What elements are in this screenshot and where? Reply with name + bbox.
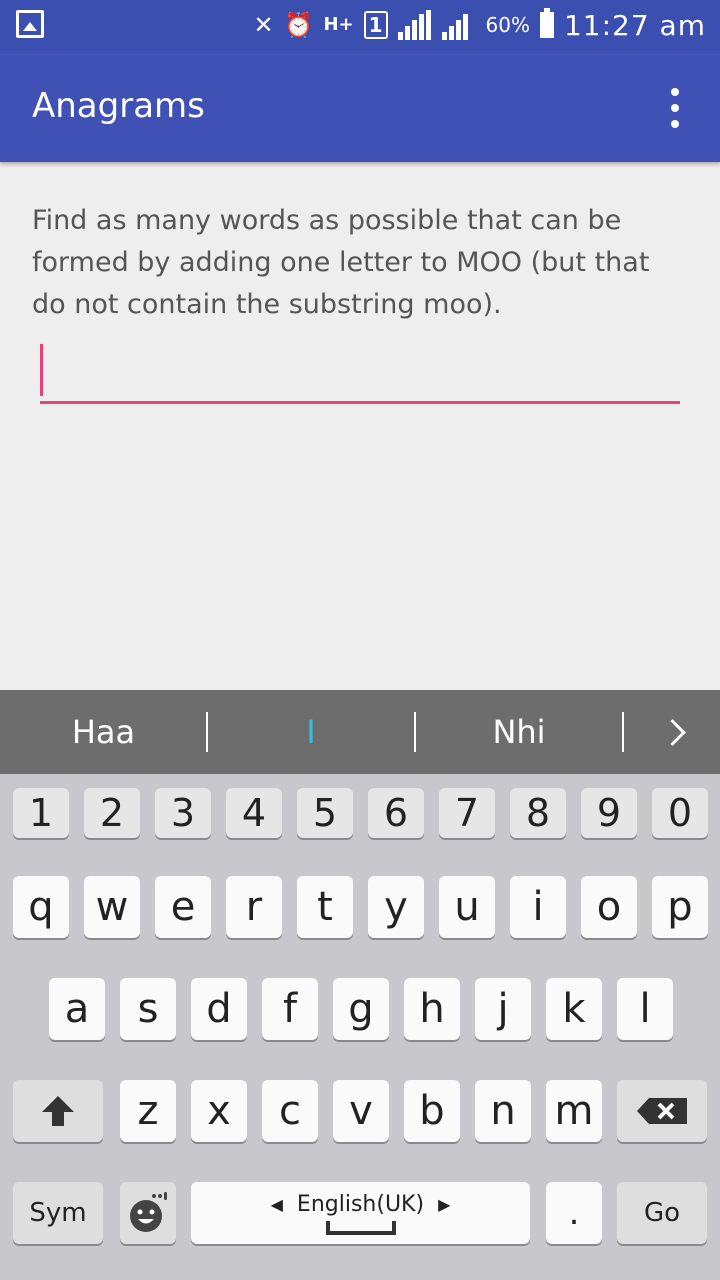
network-type-icon: H+: [323, 14, 354, 35]
language-label: English(UK): [296, 1191, 425, 1217]
overflow-menu-icon[interactable]: [660, 88, 690, 128]
suggestion-1[interactable]: Haa: [0, 690, 207, 774]
key-q[interactable]: q: [13, 876, 69, 938]
backspace-key[interactable]: [617, 1080, 707, 1142]
text-caret: [40, 344, 43, 396]
key-0[interactable]: 0: [652, 788, 708, 838]
key-y[interactable]: y: [368, 876, 424, 938]
key-j[interactable]: j: [475, 978, 531, 1040]
key-g[interactable]: g: [333, 978, 389, 1040]
punctuation-key[interactable]: .: [546, 1182, 602, 1244]
key-m[interactable]: m: [546, 1080, 602, 1142]
emoji-icon: [130, 1192, 167, 1232]
status-bar: ✕ ⏰ H+ 1 60% 11:27 am: [0, 0, 720, 50]
key-v[interactable]: v: [333, 1080, 389, 1142]
key-b[interactable]: b: [404, 1080, 460, 1142]
suggestion-2[interactable]: I: [208, 690, 414, 774]
sym-key[interactable]: Sym: [13, 1182, 103, 1244]
battery-percent: 60%: [485, 13, 530, 37]
key-3[interactable]: 3: [155, 788, 211, 838]
key-l[interactable]: l: [617, 978, 673, 1040]
key-s[interactable]: s: [120, 978, 176, 1040]
key-5[interactable]: 5: [297, 788, 353, 838]
key-7[interactable]: 7: [439, 788, 495, 838]
shift-arrow-icon: [42, 1096, 74, 1126]
key-u[interactable]: u: [439, 876, 495, 938]
key-e[interactable]: e: [155, 876, 211, 938]
key-d[interactable]: d: [191, 978, 247, 1040]
battery-icon: [539, 8, 554, 38]
triangle-left-icon: ◀: [270, 1194, 283, 1214]
key-x[interactable]: x: [191, 1080, 247, 1142]
key-9[interactable]: 9: [581, 788, 637, 838]
key-z[interactable]: z: [120, 1080, 176, 1142]
alarm-icon: ⏰: [283, 11, 314, 39]
sim-icon: 1: [363, 11, 388, 39]
key-i[interactable]: i: [510, 876, 566, 938]
space-key[interactable]: ◀ English(UK) ▶: [191, 1182, 530, 1244]
suggestion-bar: Haa I Nhi: [0, 690, 720, 774]
key-n[interactable]: n: [475, 1080, 531, 1142]
app-bar: Anagrams: [0, 50, 720, 162]
word-input[interactable]: [40, 340, 680, 404]
signal-icon: [397, 10, 432, 40]
key-o[interactable]: o: [581, 876, 637, 938]
key-8[interactable]: 8: [510, 788, 566, 838]
app-title: Anagrams: [32, 86, 205, 126]
key-k[interactable]: k: [546, 978, 602, 1040]
clock: 11:27 am: [563, 8, 706, 42]
vibrate-mute-icon: ✕: [253, 11, 274, 39]
instructions-text: Find as many words as possible that can …: [32, 205, 650, 320]
keyboard: 1 2 3 4 5 6 7 8 9 0 q w e r t y u i o p …: [0, 774, 720, 1280]
more-suggestions-button[interactable]: [624, 690, 720, 774]
language-indicator: ◀ English(UK) ▶: [271, 1192, 451, 1217]
key-a[interactable]: a: [49, 978, 105, 1040]
chevron-right-icon: [658, 718, 686, 746]
signal-2-icon: [441, 10, 476, 40]
key-w[interactable]: w: [84, 876, 140, 938]
key-6[interactable]: 6: [368, 788, 424, 838]
emoji-key[interactable]: [120, 1182, 176, 1244]
gallery-notification-icon: [16, 10, 44, 38]
key-f[interactable]: f: [262, 978, 318, 1040]
status-icons: ✕ ⏰ H+ 1 60% 11:27 am: [253, 6, 706, 44]
shift-key[interactable]: [13, 1080, 103, 1142]
go-key[interactable]: Go: [617, 1182, 707, 1244]
backspace-icon: [637, 1098, 687, 1124]
key-h[interactable]: h: [404, 978, 460, 1040]
key-p[interactable]: p: [652, 876, 708, 938]
key-4[interactable]: 4: [226, 788, 282, 838]
key-t[interactable]: t: [297, 876, 353, 938]
key-r[interactable]: r: [226, 876, 282, 938]
key-2[interactable]: 2: [84, 788, 140, 838]
key-1[interactable]: 1: [13, 788, 69, 838]
space-bar-icon: [325, 1220, 396, 1235]
triangle-right-icon: ▶: [438, 1194, 451, 1214]
key-c[interactable]: c: [262, 1080, 318, 1142]
suggestion-3[interactable]: Nhi: [416, 690, 622, 774]
